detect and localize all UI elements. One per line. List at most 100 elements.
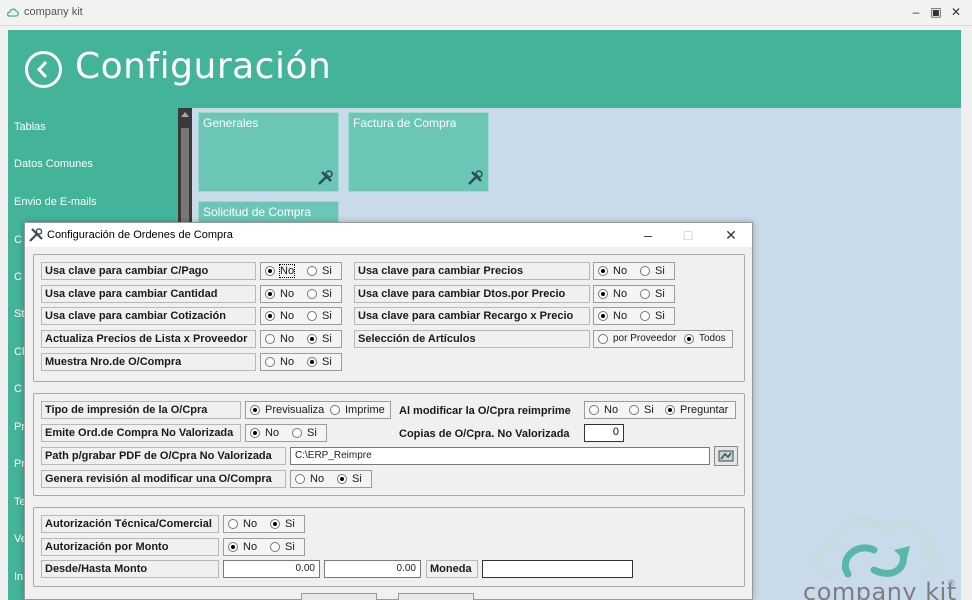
radio-dot [307, 334, 317, 344]
radio-si[interactable]: Si [307, 265, 332, 277]
radio-no[interactable]: No [228, 541, 257, 553]
option-label: Si [644, 404, 654, 416]
radio-dot [265, 357, 275, 367]
radio-dot [265, 266, 275, 276]
accept-button[interactable] [301, 593, 377, 600]
option-label: Si [322, 265, 332, 277]
radio-group-recargo: No Si [593, 307, 675, 325]
radio-no[interactable]: No [265, 310, 294, 322]
cancel-button[interactable] [398, 593, 474, 600]
row-label: Selección de Artículos [354, 330, 590, 348]
row-label: Al modificar la O/Cpra reimprime [399, 405, 571, 417]
copias-input[interactable]: 0 [584, 424, 624, 442]
radio-group-cotizacion: No Si [260, 307, 342, 325]
radio-imprime[interactable]: Imprime [330, 404, 385, 416]
back-arrow-icon [36, 60, 48, 79]
radio-si[interactable]: Si [307, 333, 332, 345]
close-icon[interactable]: ✕ [722, 226, 740, 244]
sidebar-item[interactable]: C [14, 271, 22, 283]
minimize-icon[interactable]: – [908, 4, 924, 20]
monto-desde-input[interactable]: 0.00 [223, 560, 320, 578]
sidebar-item[interactable]: In [14, 571, 23, 583]
radio-dot [665, 405, 675, 415]
radio-group-muestra-nro: No Si [260, 353, 342, 371]
radio-dot [598, 266, 608, 276]
radio-no[interactable]: No [250, 427, 279, 439]
radio-no[interactable]: No [598, 310, 627, 322]
radio-group-cantidad: No Si [260, 285, 342, 303]
tile-generales[interactable]: Generales [198, 112, 339, 192]
radio-no[interactable]: No [265, 288, 294, 300]
sidebar-item-tablas[interactable]: Tablas [14, 121, 46, 133]
radio-si[interactable]: Si [292, 427, 317, 439]
option-label: No [243, 518, 258, 530]
sidebar-item-datos-comunes[interactable]: Datos Comunes [14, 158, 93, 170]
radio-si[interactable]: Si [337, 473, 362, 485]
option-label: No [604, 404, 619, 416]
row-label: Usa clave para cambiar Dtos.por Precio [354, 285, 590, 303]
radio-dot [684, 333, 694, 344]
option-label: Si [322, 333, 332, 345]
radio-no[interactable]: No [265, 333, 294, 345]
radio-dot [292, 428, 302, 438]
radio-si[interactable]: Si [270, 541, 295, 553]
sidebar-item[interactable]: St [14, 308, 24, 320]
minimize-icon[interactable]: – [639, 226, 657, 244]
option-label: Si [285, 541, 295, 553]
radio-si[interactable]: Si [307, 310, 332, 322]
radio-no[interactable]: No [598, 288, 627, 300]
radio-dot [598, 333, 608, 344]
row-label: Usa clave para cambiar Cantidad [41, 285, 256, 303]
radio-no[interactable]: No [228, 518, 257, 530]
radio-no[interactable]: No [265, 264, 296, 278]
header: Configuración [8, 30, 961, 108]
radio-no[interactable]: No [598, 265, 627, 277]
radio-si[interactable]: Si [307, 356, 332, 368]
radio-si[interactable]: Si [307, 288, 332, 300]
radio-si[interactable]: Si [640, 288, 665, 300]
sidebar-item[interactable]: C [14, 383, 22, 395]
option-label: No [280, 356, 295, 368]
radio-si[interactable]: Si [640, 265, 665, 277]
radio-si[interactable]: Si [270, 518, 295, 530]
browse-folder-button[interactable] [714, 446, 738, 466]
maximize-icon[interactable]: □ [679, 226, 697, 244]
radio-dot [640, 311, 650, 321]
path-pdf-input[interactable]: C:\ERP_Reimpre [290, 447, 710, 465]
option-label: No [280, 333, 295, 345]
radio-dot [295, 474, 305, 484]
radio-todos[interactable]: Todos [684, 333, 726, 344]
tile-factura-compra[interactable]: Factura de Compra [348, 112, 489, 192]
radio-no[interactable]: No [265, 356, 294, 368]
sidebar-item-envio-emails[interactable]: Envio de E-mails [14, 196, 97, 208]
radio-no[interactable]: No [295, 473, 324, 485]
radio-si[interactable]: Si [629, 404, 654, 416]
scroll-up-icon[interactable] [181, 112, 189, 117]
radio-dot [307, 266, 317, 276]
row-label: Tipo de impresión de la O/Cpra [41, 401, 241, 419]
radio-group-dtos: No Si [593, 285, 675, 303]
row-label: Usa clave para cambiar C/Pago [41, 262, 256, 280]
row-label: Autorización Técnica/Comercial [41, 515, 219, 533]
radio-dot [228, 519, 238, 529]
close-icon[interactable]: ✕ [948, 4, 964, 20]
radio-previsualiza[interactable]: Previsualiza [250, 404, 324, 416]
back-button[interactable] [25, 51, 62, 88]
radio-por-proveedor[interactable]: por Proveedor [598, 333, 676, 344]
monto-hasta-input[interactable]: 0.00 [324, 560, 421, 578]
sidebar-item[interactable]: Cl [14, 346, 24, 358]
sidebar-item[interactable]: C [14, 234, 22, 246]
option-label: No [613, 265, 628, 277]
moneda-input[interactable] [482, 560, 633, 578]
radio-no[interactable]: No [589, 404, 618, 416]
radio-si[interactable]: Si [640, 310, 665, 322]
radio-group-seleccion-articulos: por Proveedor Todos [593, 330, 733, 348]
cloud-logo-icon [812, 517, 941, 578]
maximize-icon[interactable]: ▣ [928, 4, 944, 20]
dialog-title: Configuración de Ordenes de Compra [47, 229, 233, 241]
row-label: Path p/grabar PDF de O/Cpra No Valorizad… [41, 447, 286, 465]
option-label: No [613, 310, 628, 322]
tile-label: Generales [203, 116, 259, 130]
radio-dot [307, 311, 317, 321]
radio-preguntar[interactable]: Preguntar [665, 404, 728, 416]
